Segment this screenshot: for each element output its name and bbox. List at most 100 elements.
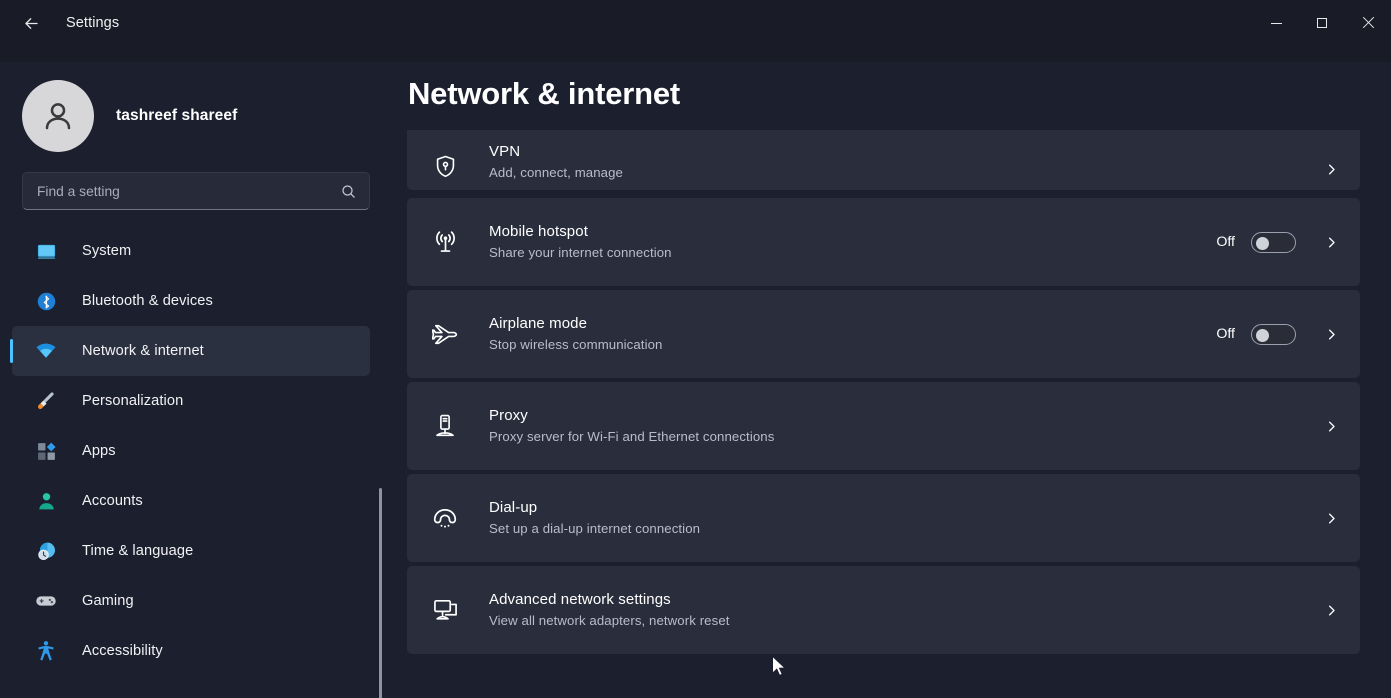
minimize-icon — [1270, 22, 1282, 24]
settings-row-mobile-hotspot[interactable]: Mobile hotspot Share your internet conne… — [407, 198, 1360, 286]
airplane-icon — [429, 318, 461, 350]
mobile-hotspot-toggle[interactable] — [1251, 231, 1296, 253]
sidebar-item-label: Personalization — [82, 393, 184, 409]
row-text: Mobile hotspot Share your internet conne… — [489, 222, 1216, 262]
window-controls — [1253, 0, 1391, 46]
sidebar-item-personalization[interactable]: Personalization — [12, 376, 370, 426]
row-title: Advanced network settings — [489, 590, 671, 608]
row-subtitle: Set up a dial-up internet connection — [489, 521, 701, 537]
chevron-right-icon[interactable] — [1318, 156, 1344, 182]
row-text: Proxy Proxy server for Wi-Fi and Etherne… — [489, 406, 1312, 446]
title-bar: Settings — [0, 0, 1391, 62]
sidebar-item-accounts[interactable]: Accounts — [12, 476, 370, 526]
chevron-right-icon[interactable] — [1318, 413, 1344, 439]
sidebar-item-label: Apps — [82, 443, 116, 459]
profile-name: tashreef shareef — [116, 107, 238, 124]
page-title: Network & internet — [408, 76, 680, 111]
row-actions — [1312, 413, 1344, 439]
chevron-right-icon[interactable] — [1318, 321, 1344, 347]
row-subtitle: Stop wireless communication — [489, 337, 663, 353]
window-title: Settings — [66, 15, 120, 31]
row-actions — [1312, 156, 1344, 182]
window-body: tashreef shareef Find a setting System B… — [0, 62, 1391, 698]
toggle-state-label: Off — [1216, 326, 1235, 342]
sidebar-item-label: Accounts — [82, 493, 143, 509]
search-input[interactable] — [37, 183, 340, 199]
settings-row-proxy[interactable]: Proxy Proxy server for Wi-Fi and Etherne… — [407, 382, 1360, 470]
bluetooth-icon — [34, 289, 58, 313]
sidebar-item-apps[interactable]: Apps — [12, 426, 370, 476]
sidebar-item-accessibility[interactable]: Accessibility — [12, 626, 370, 676]
paintbrush-icon — [34, 389, 58, 413]
airplane-mode-toggle[interactable] — [1251, 323, 1296, 345]
gamepad-icon — [34, 589, 58, 613]
wifi-icon — [34, 339, 58, 363]
accessibility-icon — [34, 639, 58, 663]
chevron-right-icon[interactable] — [1318, 229, 1344, 255]
sidebar-item-label: Bluetooth & devices — [82, 293, 213, 309]
row-subtitle: View all network adapters, network reset — [489, 613, 730, 629]
monitor-icon — [34, 239, 58, 263]
chevron-right-icon[interactable] — [1318, 597, 1344, 623]
settings-window: Settings tashreef shareef Find a setting… — [0, 0, 1391, 698]
toggle-knob — [1256, 328, 1269, 342]
title-bar-left: Settings — [0, 0, 119, 46]
proxy-server-icon — [429, 410, 461, 442]
sidebar-nav: System Bluetooth & devices Network & int… — [0, 226, 404, 698]
settings-row-airplane-mode[interactable]: Airplane mode Stop wireless communicatio… — [407, 290, 1360, 378]
settings-list: VPN Add, connect, manage Mobile hotspot … — [404, 130, 1391, 698]
settings-row-vpn[interactable]: VPN Add, connect, manage — [407, 130, 1360, 190]
sidebar-scrollbar[interactable] — [379, 488, 382, 698]
close-icon — [1362, 17, 1374, 29]
row-title: Airplane mode — [489, 314, 588, 332]
dialup-phone-icon — [429, 502, 461, 534]
sidebar: tashreef shareef Find a setting System B… — [0, 62, 404, 698]
search-icon[interactable] — [340, 183, 357, 200]
toggle-knob — [1256, 236, 1269, 250]
row-actions — [1312, 505, 1344, 531]
row-actions: Off — [1216, 321, 1344, 347]
row-subtitle: Add, connect, manage — [489, 165, 623, 181]
sidebar-item-time-language[interactable]: Time & language — [12, 526, 370, 576]
row-text: Dial-up Set up a dial-up internet connec… — [489, 498, 1312, 538]
toggle-state-label: Off — [1216, 234, 1235, 250]
row-title: Dial-up — [489, 498, 538, 516]
row-title: VPN — [489, 142, 521, 160]
shield-key-icon — [429, 150, 461, 182]
back-arrow-icon — [24, 17, 38, 29]
avatar — [22, 80, 94, 152]
sidebar-item-label: Network & internet — [82, 343, 204, 359]
row-actions: Off — [1216, 229, 1344, 255]
sidebar-item-system[interactable]: System — [12, 226, 370, 276]
hotspot-icon — [429, 226, 461, 258]
row-subtitle: Proxy server for Wi-Fi and Ethernet conn… — [489, 429, 775, 445]
sidebar-item-label: Time & language — [82, 543, 194, 559]
search-box[interactable] — [22, 172, 370, 210]
sidebar-item-network-internet[interactable]: Network & internet — [10, 326, 370, 376]
maximize-button[interactable] — [1299, 0, 1345, 46]
row-subtitle: Share your internet connection — [489, 245, 672, 261]
row-text: VPN Add, connect, manage — [489, 142, 1312, 182]
sidebar-item-bluetooth-devices[interactable]: Bluetooth & devices — [12, 276, 370, 326]
row-title: Mobile hotspot — [489, 222, 588, 240]
maximize-icon — [1317, 18, 1327, 28]
row-actions — [1312, 597, 1344, 623]
sidebar-item-label: Accessibility — [82, 643, 163, 659]
sidebar-item-gaming[interactable]: Gaming — [12, 576, 370, 626]
content-area: Network & internet VPN Add, connect, man… — [404, 62, 1391, 698]
row-text: Advanced network settings View all netwo… — [489, 590, 1312, 630]
settings-row-dial-up[interactable]: Dial-up Set up a dial-up internet connec… — [407, 474, 1360, 562]
chevron-right-icon[interactable] — [1318, 505, 1344, 531]
person-avatar-icon — [45, 103, 71, 130]
row-title: Proxy — [489, 406, 528, 424]
minimize-button[interactable] — [1253, 0, 1299, 46]
back-button[interactable] — [14, 6, 48, 40]
close-button[interactable] — [1345, 0, 1391, 46]
network-monitor-icon — [429, 594, 461, 626]
clock-globe-icon — [34, 539, 58, 563]
settings-row-advanced-network-settings[interactable]: Advanced network settings View all netwo… — [407, 566, 1360, 654]
person-icon — [34, 489, 58, 513]
apps-icon — [34, 439, 58, 463]
profile-section[interactable]: tashreef shareef — [0, 62, 404, 158]
search-section — [0, 158, 404, 210]
